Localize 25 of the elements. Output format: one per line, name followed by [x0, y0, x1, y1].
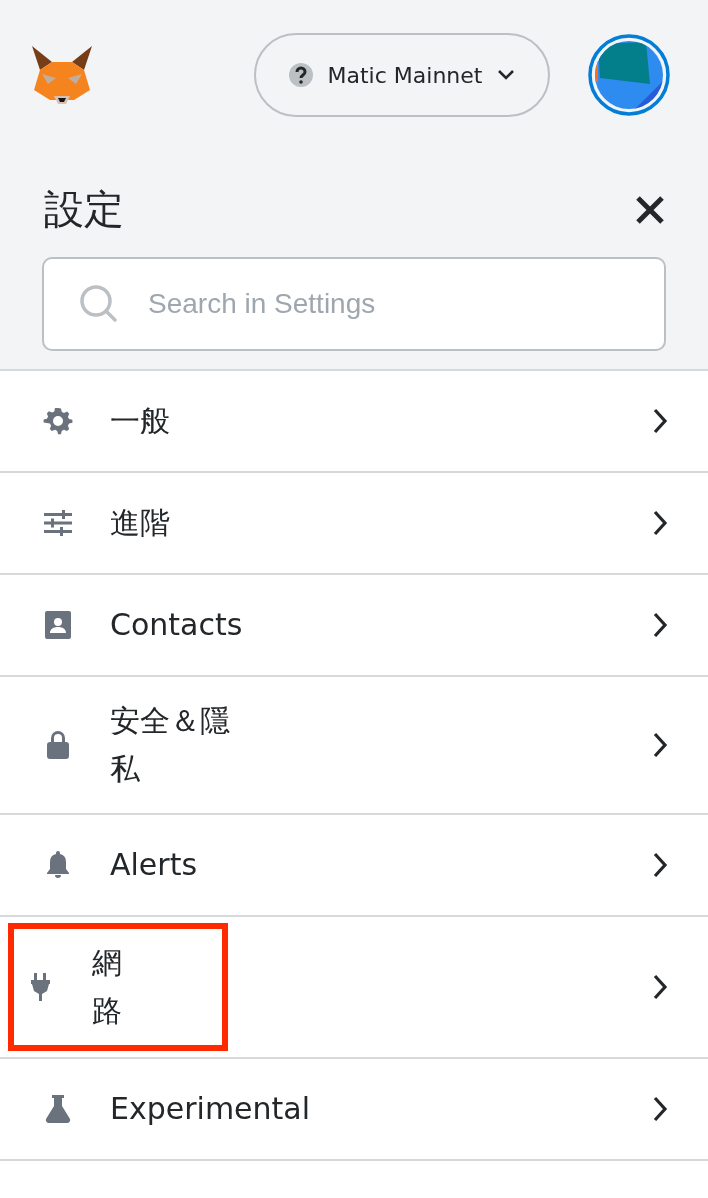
item-label: 進階 — [110, 504, 170, 542]
close-icon[interactable] — [634, 193, 666, 226]
settings-item[interactable]: 安全＆隱私 — [0, 677, 708, 815]
item-label: Experimental — [110, 1090, 311, 1128]
settings-item[interactable]: Alerts — [0, 815, 708, 917]
settings-item[interactable]: Contacts — [0, 575, 708, 677]
settings-item[interactable]: Experimental — [0, 1059, 708, 1161]
question-icon — [287, 62, 314, 88]
item-label: Alerts — [110, 846, 198, 884]
caret-icon — [496, 68, 517, 82]
item-label: Contacts — [110, 606, 243, 644]
settings-item[interactable]: 網路 — [0, 917, 708, 1059]
settings-item[interactable]: 一般 — [0, 371, 708, 473]
network-selector[interactable]: Matic Mainnet — [254, 33, 550, 117]
account-avatar[interactable] — [588, 34, 670, 116]
gear-icon — [42, 405, 74, 437]
search-field[interactable]: Search in Settings — [42, 257, 666, 351]
item-label: 一般 — [110, 402, 170, 440]
settings-item[interactable]: 進階 — [0, 473, 708, 575]
search-icon — [78, 283, 120, 325]
contacts-icon — [42, 609, 74, 641]
settings-title: 設定 — [44, 185, 124, 234]
item-label: 安全＆隱私 — [110, 702, 231, 788]
sliders-icon — [42, 507, 74, 539]
item-label: 網路 — [92, 944, 123, 1030]
